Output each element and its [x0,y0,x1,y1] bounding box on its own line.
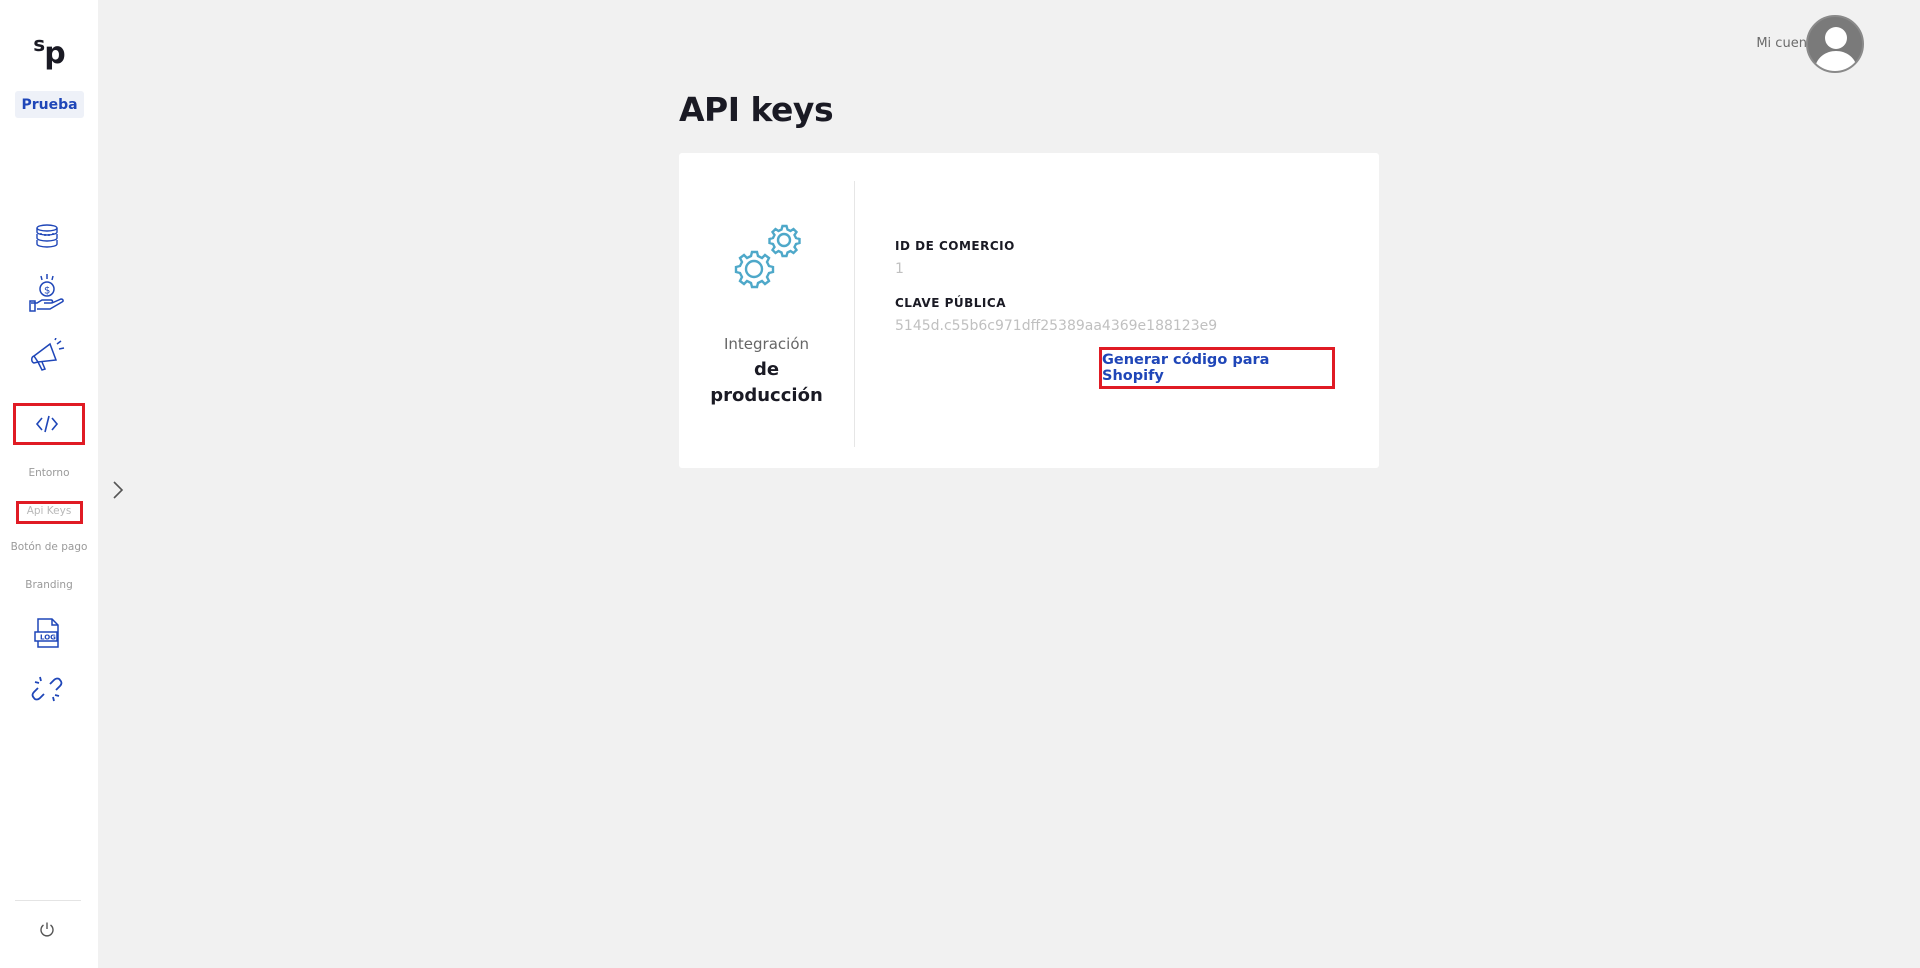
card-divider [854,181,855,447]
account-link[interactable]: Mi cuenta [1700,36,1820,51]
api-keys-card: Integración de producción ID DE COMERCIO… [679,153,1379,468]
svg-text:LOG: LOG [40,634,56,642]
log-file-icon[interactable]: LOG [26,612,68,654]
page-title: API keys [679,90,834,129]
subnav-api-keys[interactable]: Api Keys [0,505,98,517]
integration-type-line-2: producción [710,385,823,406]
subnav-branding[interactable]: Branding [0,579,98,591]
sidebar-divider [15,900,81,901]
public-key-value: 5145d.c55b6c971dff25389aa4369e188123e9 [895,318,1218,334]
merchant-id-value: 1 [895,261,904,277]
environment-badge[interactable]: Prueba [15,91,84,118]
subnav-boton-de-pago[interactable]: Botón de pago [0,541,98,553]
integration-type-line-1: de [753,359,780,380]
svg-text:$: $ [44,286,50,297]
power-icon[interactable] [36,918,58,940]
merchant-id-label: ID DE COMERCIO [895,239,1015,253]
generate-shopify-code-button[interactable]: Generar código para Shopify [1099,347,1335,389]
integration-label: Integración [723,335,810,353]
coins-stack-icon[interactable] [26,215,68,257]
code-icon[interactable] [26,403,68,445]
subnav-entorno[interactable]: Entorno [0,467,98,479]
chevron-right-icon[interactable] [108,478,128,502]
integration-type: de producción [679,357,854,409]
avatar[interactable] [1806,15,1864,73]
app-logo[interactable]: sp [0,32,98,71]
broken-link-icon[interactable] [26,668,68,710]
megaphone-icon[interactable] [26,335,68,377]
gears-icon [728,219,808,297]
sidebar: sp Prueba $ Entorno Api Keys Botón de pa… [0,0,98,968]
hand-money-icon[interactable]: $ [26,272,68,314]
public-key-label: CLAVE PÚBLICA [895,296,1006,310]
